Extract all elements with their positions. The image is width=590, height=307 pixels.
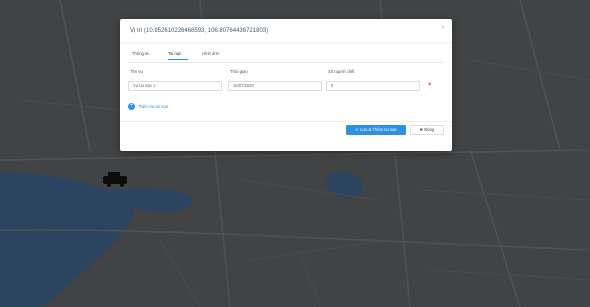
active-tab-indicator [168, 59, 188, 60]
tab-bar: Thông tin Tai nạn Hình ảnh [120, 49, 452, 61]
divider [120, 121, 452, 122]
tab-images[interactable]: Hình ảnh [202, 51, 219, 56]
tab-accident[interactable]: Tai nạn [168, 51, 182, 56]
accident-time-input[interactable]: 15/07/2020 [228, 81, 322, 91]
save-and-add-button[interactable]: ✔ Lưu & Thêm tai nạn [346, 125, 406, 135]
column-label-time: Thời gian [230, 69, 248, 74]
deaths-count-input[interactable]: 0 [326, 81, 420, 91]
tab-info[interactable]: Thông tin [132, 51, 149, 56]
divider [128, 62, 444, 63]
column-label-deaths: Số người chết [328, 69, 355, 74]
dialog-title: Vị trí (10.952610226468593, 106.80764436… [130, 28, 269, 34]
delete-row-icon[interactable]: × [428, 82, 432, 88]
close-button[interactable]: ✖ Đóng [410, 125, 444, 135]
add-accident-label: Thêm vụ tai nạn [138, 104, 169, 109]
location-dialog: Vị trí (10.952610226468593, 106.80764436… [120, 19, 452, 151]
divider [120, 43, 452, 44]
column-label-name: Tên vụ [130, 69, 143, 74]
close-icon[interactable]: × [441, 25, 445, 31]
plus-circle-icon: + [128, 103, 135, 110]
accident-name-input[interactable]: Vụ tai nạn 1 [128, 81, 222, 91]
